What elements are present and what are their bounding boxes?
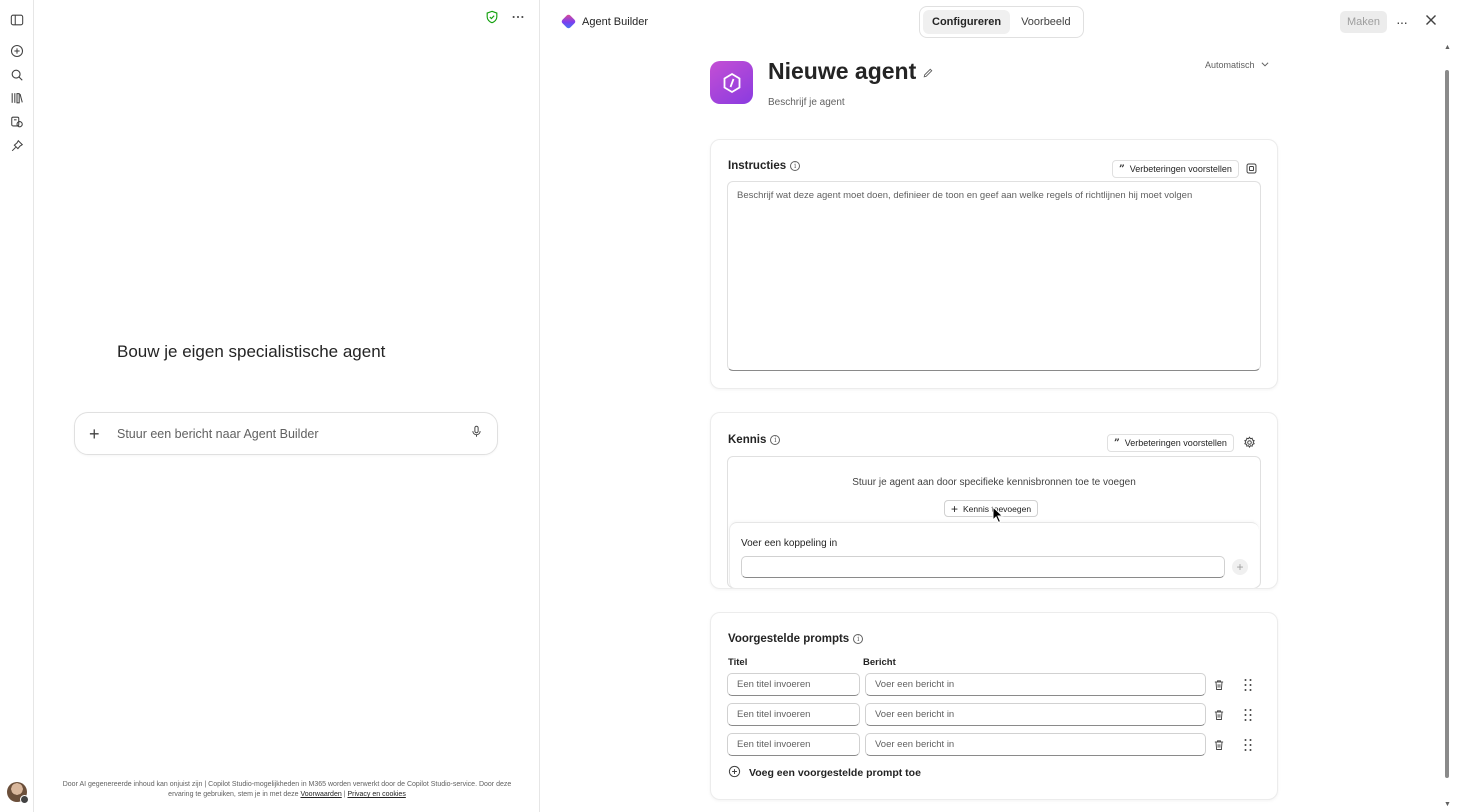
gear-icon[interactable] xyxy=(1243,436,1256,449)
quote-icon: ” xyxy=(1119,163,1125,175)
copilot-logo-icon xyxy=(560,13,577,30)
model-select[interactable]: Automatisch xyxy=(1205,59,1270,71)
scroll-down-icon[interactable]: ▼ xyxy=(1444,801,1451,808)
instructions-title: Instructies i xyxy=(728,160,801,172)
instructions-card: Instructies i ” Verbeteringen voorstelle… xyxy=(710,139,1278,389)
left-rail xyxy=(0,0,34,812)
suggest-improvements-label: Verbeteringen voorstellen xyxy=(1129,164,1232,174)
info-icon[interactable]: i xyxy=(853,634,864,644)
new-chat-icon[interactable] xyxy=(8,42,26,60)
mouse-cursor-icon xyxy=(992,505,1004,524)
shield-check-icon[interactable] xyxy=(485,10,499,29)
privacy-link[interactable]: Privacy en cookies xyxy=(347,791,405,798)
more-options-button[interactable]: ··· xyxy=(1396,14,1408,30)
presence-status-icon xyxy=(20,795,29,804)
drag-handle-icon[interactable] xyxy=(1243,678,1253,691)
view-switcher: Configureren Voorbeeld xyxy=(919,6,1084,38)
terms-link[interactable]: Voorwaarden xyxy=(300,791,341,798)
message-input[interactable]: Stuur een bericht naar Agent Builder xyxy=(117,427,470,441)
sidebar-toggle-icon[interactable] xyxy=(8,11,26,29)
prompt-message-input[interactable]: Voer een bericht in xyxy=(865,733,1206,756)
pin-icon[interactable] xyxy=(8,137,26,155)
column-header-message: Bericht xyxy=(863,657,896,668)
delete-icon[interactable] xyxy=(1213,708,1225,720)
create-button[interactable]: Maken xyxy=(1340,11,1387,33)
knowledge-title-label: Kennis xyxy=(728,434,767,446)
delete-icon[interactable] xyxy=(1213,678,1225,690)
agent-icon[interactable] xyxy=(710,61,753,104)
prompt-row: Een titel invoeren Voer een bericht in xyxy=(727,703,1267,726)
add-suggested-prompt-button[interactable]: Voeg een voorgestelde prompt toe xyxy=(728,765,921,781)
app-title: Agent Builder xyxy=(560,13,649,30)
add-link-button[interactable]: + xyxy=(1232,559,1248,575)
scroll-up-icon[interactable]: ▲ xyxy=(1444,44,1451,51)
model-select-value: Automatisch xyxy=(1205,60,1255,70)
knowledge-hint: Stuur je agent aan door specifieke kenni… xyxy=(852,477,1136,488)
message-composer[interactable]: + Stuur een bericht naar Agent Builder xyxy=(74,412,498,455)
link-entry-popover: Voer een koppeling in + xyxy=(729,522,1259,588)
knowledge-card: Kennis i ” Verbeteringen voorstellen Stu… xyxy=(710,412,1278,589)
prompts-title: Voorgestelde prompts i xyxy=(728,633,864,645)
chevron-down-icon xyxy=(1260,59,1270,71)
close-icon[interactable] xyxy=(1423,12,1439,28)
column-header-title: Titel xyxy=(728,657,748,668)
avatar[interactable] xyxy=(7,782,29,804)
prompt-title-input[interactable]: Een titel invoeren xyxy=(727,703,860,726)
tab-configureren[interactable]: Configureren xyxy=(923,10,1011,34)
prompt-title-input[interactable]: Een titel invoeren xyxy=(727,673,860,696)
suggest-improvements-label: Verbeteringen voorstellen xyxy=(1124,438,1227,448)
instructions-title-label: Instructies xyxy=(728,160,787,172)
info-icon[interactable]: i xyxy=(790,161,801,171)
disclaimer-text: Door AI gegenereerde inhoud kan onjuist … xyxy=(62,781,512,798)
scrollbar-thumb[interactable] xyxy=(1445,70,1449,778)
tab-voorbeeld[interactable]: Voorbeeld xyxy=(1012,10,1080,34)
copy-icon[interactable] xyxy=(1245,162,1258,175)
plus-icon: + xyxy=(951,501,959,516)
suggested-prompts-card: Voorgestelde prompts i Titel Bericht Een… xyxy=(710,612,1278,800)
drag-handle-icon[interactable] xyxy=(1243,708,1253,721)
search-icon[interactable] xyxy=(8,66,26,84)
agents-icon[interactable] xyxy=(8,113,26,131)
prompt-message-input[interactable]: Voer een bericht in xyxy=(865,673,1206,696)
chat-panel: Bouw je eigen specialistische agent + St… xyxy=(34,0,540,812)
prompt-row: Een titel invoeren Voer een bericht in xyxy=(727,673,1267,696)
disclaimer-footer: Door AI gegenereerde inhoud kan onjuist … xyxy=(56,780,518,800)
chat-toolbar xyxy=(485,10,525,29)
link-label: Voer een koppeling in xyxy=(741,538,838,549)
suggest-improvements-button[interactable]: ” Verbeteringen voorstellen xyxy=(1112,160,1239,178)
suggest-improvements-button[interactable]: ” Verbeteringen voorstellen xyxy=(1107,434,1234,452)
chat-heading: Bouw je eigen specialistische agent xyxy=(117,342,386,361)
prompt-title-input[interactable]: Een titel invoeren xyxy=(727,733,860,756)
library-icon[interactable] xyxy=(8,89,26,107)
link-input[interactable] xyxy=(741,556,1225,578)
app-window: Bouw je eigen specialistische agent + St… xyxy=(0,0,1462,812)
edit-pencil-icon[interactable] xyxy=(922,58,934,85)
delete-icon[interactable] xyxy=(1213,738,1225,750)
instructions-textarea[interactable]: Beschrijf wat deze agent moet doen, defi… xyxy=(727,181,1261,371)
microphone-icon[interactable] xyxy=(470,425,483,443)
knowledge-title: Kennis i xyxy=(728,434,781,446)
prompt-row: Een titel invoeren Voer een bericht in xyxy=(727,733,1267,756)
more-options-icon[interactable] xyxy=(511,10,525,29)
builder-header: Agent Builder Configureren Voorbeeld Mak… xyxy=(541,0,1462,44)
add-circle-icon xyxy=(728,765,741,781)
quote-icon: ” xyxy=(1114,437,1120,449)
agent-description[interactable]: Beschrijf je agent xyxy=(768,97,845,108)
drag-handle-icon[interactable] xyxy=(1243,738,1253,751)
add-suggested-prompt-label: Voeg een voorgestelde prompt toe xyxy=(749,767,921,779)
prompts-title-label: Voorgestelde prompts xyxy=(728,633,850,645)
agent-name[interactable]: Nieuwe agent xyxy=(768,58,934,85)
add-attachment-icon[interactable]: + xyxy=(89,425,107,443)
agent-name-label: Nieuwe agent xyxy=(768,58,917,84)
info-icon[interactable]: i xyxy=(770,435,781,445)
prompt-message-input[interactable]: Voer een bericht in xyxy=(865,703,1206,726)
app-title-label: Agent Builder xyxy=(582,15,649,28)
